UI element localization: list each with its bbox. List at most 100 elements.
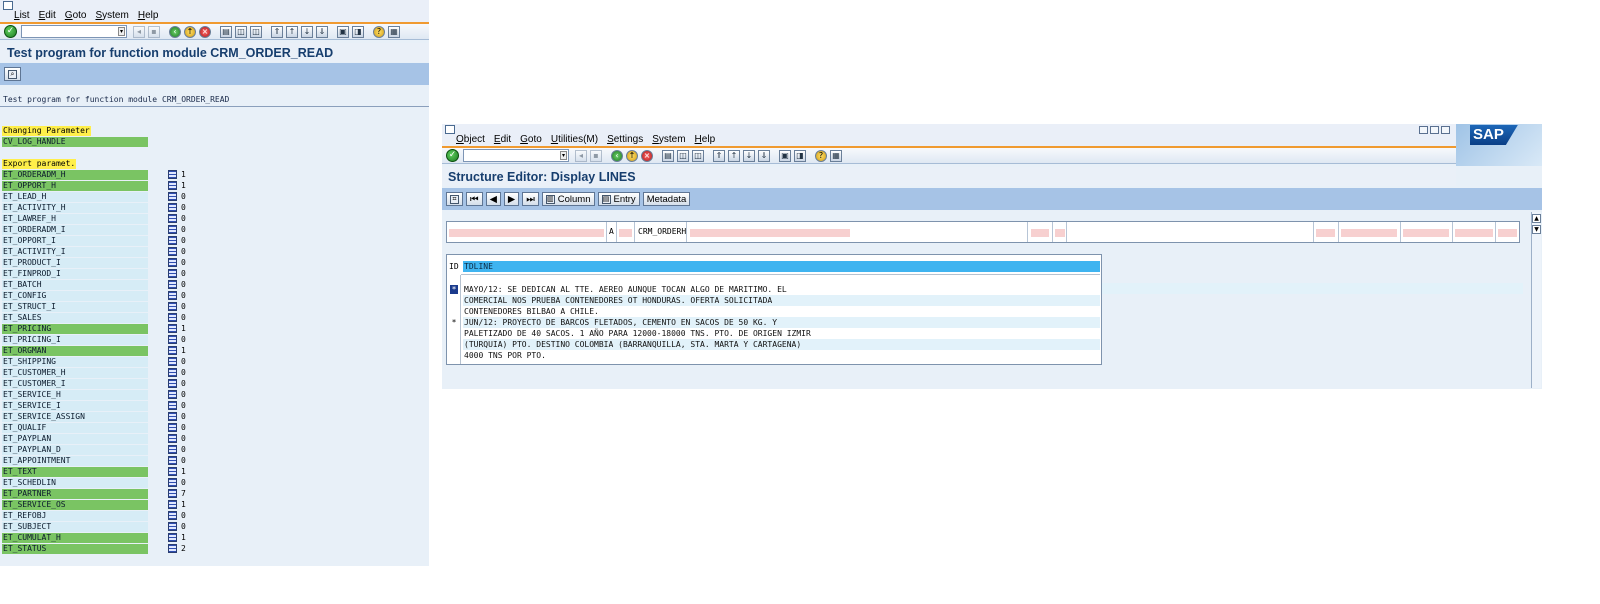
- param-et-schedlin[interactable]: ET_SCHEDLIN: [2, 478, 148, 488]
- table-icon[interactable]: [168, 434, 177, 443]
- next-entry-button[interactable]: ▶: [503, 192, 520, 206]
- menu-edit[interactable]: Edit: [494, 134, 511, 145]
- param-et-struct-i[interactable]: ET_STRUCT_I: [2, 302, 148, 312]
- param-et-opport-h[interactable]: ET_OPPORT_H: [2, 181, 148, 191]
- table-row[interactable]: MAYO/12: SE DEDICAN AL TTE. AEREO AUNQUE…: [463, 284, 1100, 295]
- param-et-status[interactable]: ET_STATUS: [2, 544, 148, 554]
- table-icon[interactable]: [168, 302, 177, 311]
- table-icon[interactable]: [168, 533, 177, 542]
- table-icon[interactable]: [168, 500, 177, 509]
- menu-help[interactable]: Help: [695, 134, 716, 145]
- param-et-refobj[interactable]: ET_REFOBJ: [2, 511, 148, 521]
- id-column-header[interactable]: ID: [449, 261, 461, 272]
- table-icon[interactable]: [168, 291, 177, 300]
- minimize-window-icon[interactable]: [1419, 126, 1428, 134]
- table-icon[interactable]: [168, 247, 177, 256]
- table-row[interactable]: COMERCIAL NOS PRUEBA CONTENEDORES OT HON…: [463, 295, 1100, 306]
- table-icon[interactable]: [168, 445, 177, 454]
- find-icon[interactable]: ◫: [677, 149, 689, 162]
- close-window-icon[interactable]: [1441, 126, 1450, 134]
- find-icon[interactable]: ◫: [235, 25, 247, 38]
- back-arrow-icon[interactable]: ◂: [133, 25, 145, 38]
- save-icon[interactable]: ▪: [148, 25, 160, 38]
- param-et-sales[interactable]: ET_SALES: [2, 313, 148, 323]
- command-field[interactable]: ▾: [21, 25, 127, 38]
- table-icon[interactable]: [168, 467, 177, 476]
- last-page-icon[interactable]: ⇓: [758, 149, 770, 162]
- window-menu-icon[interactable]: [3, 1, 13, 10]
- print-icon[interactable]: ▤: [662, 149, 674, 162]
- param-et-customer-h[interactable]: ET_CUSTOMER_H: [2, 368, 148, 378]
- table-row[interactable]: 4000 TNS POR PTO.: [463, 350, 1100, 361]
- param-et-service-h[interactable]: ET_SERVICE_H: [2, 390, 148, 400]
- first-page-icon[interactable]: ⇑: [713, 149, 725, 162]
- param-et-pricing-i[interactable]: ET_PRICING_I: [2, 335, 148, 345]
- table-icon[interactable]: [168, 401, 177, 410]
- scroll-down-icon[interactable]: ▼: [1532, 225, 1541, 234]
- param-et-text[interactable]: ET_TEXT: [2, 467, 148, 477]
- exit-icon[interactable]: ↑: [626, 149, 638, 162]
- param-et-service-assign[interactable]: ET_SERVICE_ASSIGN: [2, 412, 148, 422]
- param-et-batch[interactable]: ET_BATCH: [2, 280, 148, 290]
- table-icon[interactable]: [168, 390, 177, 399]
- table-icon[interactable]: [168, 236, 177, 245]
- table-icon[interactable]: [168, 170, 177, 179]
- param-et-lead-h[interactable]: ET_LEAD_H: [2, 192, 148, 202]
- table-icon[interactable]: [168, 192, 177, 201]
- command-history-icon[interactable]: ▾: [118, 27, 125, 36]
- param-et-finprod-i[interactable]: ET_FINPROD_I: [2, 269, 148, 279]
- tdline-column-header[interactable]: TDLINE: [463, 261, 1100, 272]
- row-marker[interactable]: [450, 351, 458, 360]
- previous-page-icon[interactable]: ↑: [286, 25, 298, 38]
- param-et-activity-i[interactable]: ET_ACTIVITY_I: [2, 247, 148, 257]
- table-icon[interactable]: [168, 203, 177, 212]
- layout-menu-icon[interactable]: ▦: [388, 25, 400, 38]
- table-icon[interactable]: [168, 357, 177, 366]
- row-marker[interactable]: [450, 296, 458, 305]
- row-marker[interactable]: *: [450, 318, 458, 327]
- table-icon[interactable]: [168, 368, 177, 377]
- layout-menu-icon[interactable]: ▦: [830, 149, 842, 162]
- row-marker[interactable]: [450, 329, 458, 338]
- param-et-customer-i[interactable]: ET_CUSTOMER_I: [2, 379, 148, 389]
- menu-object[interactable]: Object: [456, 134, 485, 145]
- cancel-icon[interactable]: ×: [641, 149, 653, 162]
- help-icon[interactable]: ?: [815, 149, 827, 162]
- row-marker[interactable]: [450, 307, 458, 316]
- table-icon[interactable]: [168, 313, 177, 322]
- param-et-opport-i[interactable]: ET_OPPORT_I: [2, 236, 148, 246]
- table-icon[interactable]: [168, 335, 177, 344]
- back-icon[interactable]: ‹: [169, 25, 181, 38]
- param-et-orderadm-h[interactable]: ET_ORDERADM_H: [2, 170, 148, 180]
- table-icon[interactable]: [168, 522, 177, 531]
- param-et-appointment[interactable]: ET_APPOINTMENT: [2, 456, 148, 466]
- param-et-lawref-h[interactable]: ET_LAWREF_H: [2, 214, 148, 224]
- table-icon[interactable]: [168, 258, 177, 267]
- table-icon[interactable]: [168, 544, 177, 553]
- param-et-cumulat-h[interactable]: ET_CUMULAT_H: [2, 533, 148, 543]
- row-marker[interactable]: *: [450, 285, 458, 294]
- new-session-icon[interactable]: ▣: [779, 149, 791, 162]
- menu-settings[interactable]: Settings: [607, 134, 643, 145]
- param-et-orgman[interactable]: ET_ORGMAN: [2, 346, 148, 356]
- enter-check-icon[interactable]: ✓: [446, 149, 459, 162]
- table-icon[interactable]: [168, 214, 177, 223]
- previous-page-icon[interactable]: ↑: [728, 149, 740, 162]
- vertical-scrollbar[interactable]: ▲ ▼: [1531, 212, 1541, 388]
- window-menu-icon[interactable]: [445, 125, 455, 134]
- table-icon[interactable]: [168, 423, 177, 432]
- new-session-icon[interactable]: ▣: [337, 25, 349, 38]
- maximize-window-icon[interactable]: [1430, 126, 1439, 134]
- table-icon[interactable]: [168, 269, 177, 278]
- table-row[interactable]: CONTENEDORES BILBAO A CHILE.: [463, 306, 1100, 317]
- table-row[interactable]: (TURQUIA) PTO. DESTINO COLOMBIA (BARRANQ…: [463, 339, 1100, 350]
- param-et-service-os[interactable]: ET_SERVICE_OS: [2, 500, 148, 510]
- param-cv-log-handle[interactable]: CV_LOG_HANDLE: [2, 137, 148, 147]
- table-icon[interactable]: [168, 379, 177, 388]
- table-icon[interactable]: [168, 181, 177, 190]
- header-field[interactable]: [1498, 229, 1517, 237]
- find-next-icon[interactable]: ◫: [692, 149, 704, 162]
- param-et-pricing[interactable]: ET_PRICING: [2, 324, 148, 334]
- row-marker[interactable]: [450, 340, 458, 349]
- param-et-qualif[interactable]: ET_QUALIF: [2, 423, 148, 433]
